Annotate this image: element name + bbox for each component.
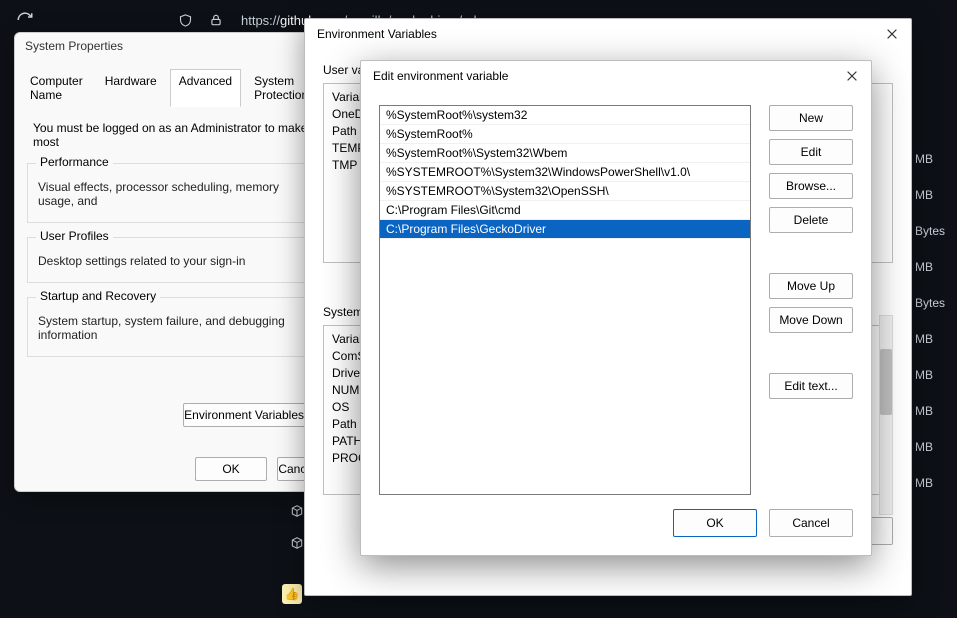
- lock-icon: [209, 13, 223, 27]
- sysprops-body: You must be logged on as an Administrato…: [15, 107, 327, 357]
- unit: MB: [915, 474, 945, 492]
- close-icon[interactable]: [885, 27, 899, 41]
- unit: MB: [915, 402, 945, 420]
- edit-footer: OK Cancel: [361, 509, 871, 551]
- sysprops-ok-button[interactable]: OK: [195, 457, 267, 481]
- unit: MB: [915, 330, 945, 348]
- edit-button[interactable]: Edit: [769, 139, 853, 165]
- unit: MB: [915, 366, 945, 384]
- move-down-button[interactable]: Move Down: [769, 307, 853, 333]
- environment-variables-button[interactable]: Environment Variables...: [183, 403, 315, 427]
- sys-vars-scrollbar-track[interactable]: [879, 315, 893, 515]
- startup-legend: Startup and Recovery: [36, 289, 160, 303]
- env-titlebar: Environment Variables: [305, 19, 911, 49]
- edit-body: %SystemRoot%\system32 %SystemRoot% %Syst…: [361, 91, 871, 509]
- move-up-button[interactable]: Move Up: [769, 273, 853, 299]
- path-item[interactable]: %SystemRoot%\System32\Wbem: [380, 144, 750, 163]
- user-profiles-group: User Profiles Desktop settings related t…: [27, 237, 315, 283]
- url-prefix: https://: [241, 13, 280, 28]
- tab-advanced[interactable]: Advanced: [170, 69, 241, 107]
- edit-titlebar: Edit environment variable: [361, 61, 871, 91]
- unit: Bytes: [915, 222, 945, 240]
- unit: MB: [915, 438, 945, 456]
- thumbs-up-reaction[interactable]: 👍: [282, 584, 302, 604]
- startup-desc: System startup, system failure, and debu…: [38, 314, 304, 342]
- path-list[interactable]: %SystemRoot%\system32 %SystemRoot% %Syst…: [379, 105, 751, 495]
- edit-ok-button[interactable]: OK: [673, 509, 757, 537]
- startup-recovery-group: Startup and Recovery System startup, sys…: [27, 297, 315, 357]
- system-properties-dialog: System Properties Computer Name Hardware…: [14, 32, 328, 492]
- performance-legend: Performance: [36, 155, 113, 169]
- background-size-column: MB MB Bytes MB Bytes MB MB MB MB MB: [915, 150, 945, 492]
- path-item[interactable]: %SystemRoot%: [380, 125, 750, 144]
- sysprops-title: System Properties: [15, 33, 327, 59]
- tab-hardware[interactable]: Hardware: [96, 69, 166, 107]
- performance-desc: Visual effects, processor scheduling, me…: [38, 180, 304, 208]
- unit: MB: [915, 186, 945, 204]
- env-title-text: Environment Variables: [317, 27, 437, 41]
- close-icon[interactable]: [845, 69, 859, 83]
- user-profiles-desc: Desktop settings related to your sign-in: [38, 254, 304, 268]
- unit: Bytes: [915, 294, 945, 312]
- user-profiles-legend: User Profiles: [36, 229, 113, 243]
- tab-computer-name[interactable]: Computer Name: [21, 69, 92, 107]
- admin-note: You must be logged on as an Administrato…: [33, 121, 315, 149]
- sysprops-tabs: Computer Name Hardware Advanced System P…: [15, 59, 327, 107]
- edit-env-var-dialog: Edit environment variable %SystemRoot%\s…: [360, 60, 872, 556]
- path-item[interactable]: %SystemRoot%\system32: [380, 106, 750, 125]
- edit-cancel-button[interactable]: Cancel: [769, 509, 853, 537]
- path-item[interactable]: C:\Program Files\Git\cmd: [380, 201, 750, 220]
- package-icon: [290, 536, 304, 550]
- sys-vars-scrollbar-thumb[interactable]: [880, 349, 892, 415]
- delete-button[interactable]: Delete: [769, 207, 853, 233]
- background-row-icons: [290, 504, 304, 550]
- new-button[interactable]: New: [769, 105, 853, 131]
- edit-side-buttons: New Edit Browse... Delete Move Up Move D…: [769, 105, 853, 495]
- path-item-selected[interactable]: C:\Program Files\GeckoDriver: [380, 220, 750, 239]
- browse-button[interactable]: Browse...: [769, 173, 853, 199]
- path-item[interactable]: %SYSTEMROOT%\System32\WindowsPowerShell\…: [380, 163, 750, 182]
- reload-icon[interactable]: [16, 11, 34, 29]
- unit: MB: [915, 150, 945, 168]
- package-icon: [290, 504, 304, 518]
- shield-icon[interactable]: [178, 13, 193, 28]
- sysprops-footer: OK Cancel: [195, 457, 317, 481]
- edit-title-text: Edit environment variable: [373, 69, 508, 83]
- thumbs-emoji: 👍: [285, 587, 300, 601]
- performance-group: Performance Visual effects, processor sc…: [27, 163, 315, 223]
- edit-text-button[interactable]: Edit text...: [769, 373, 853, 399]
- path-item[interactable]: %SYSTEMROOT%\System32\OpenSSH\: [380, 182, 750, 201]
- unit: MB: [915, 258, 945, 276]
